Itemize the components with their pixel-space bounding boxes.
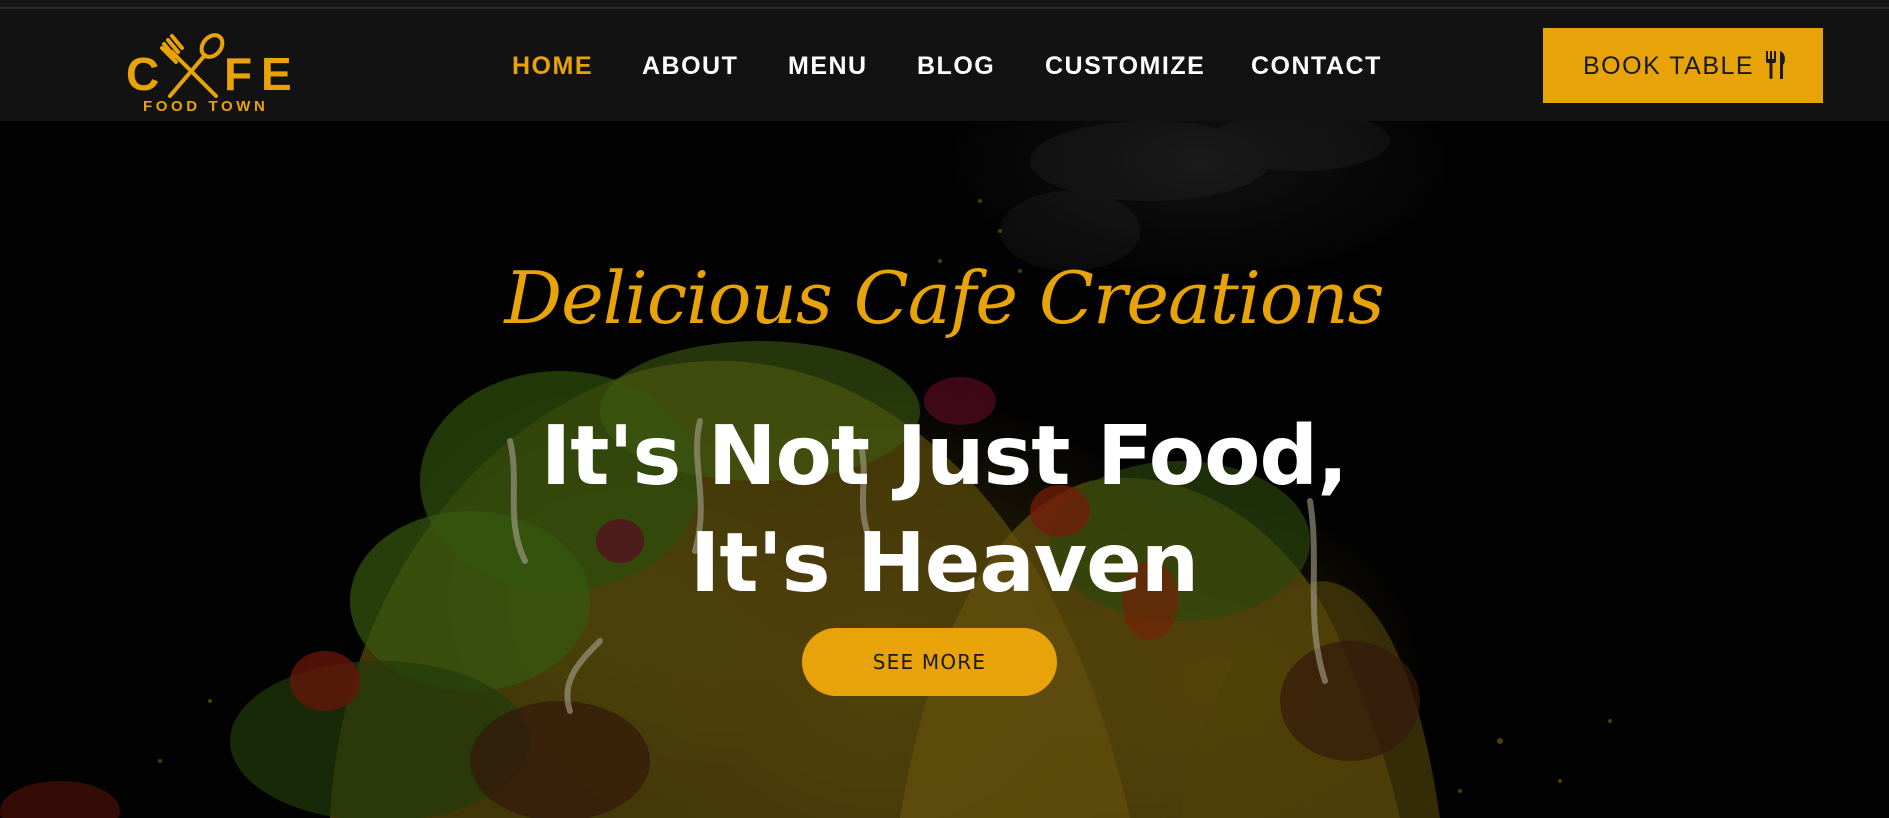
nav-blog[interactable]: BLOG <box>917 51 995 81</box>
top-border <box>0 0 1889 9</box>
nav-contact[interactable]: CONTACT <box>1251 51 1382 81</box>
utensils-icon <box>1766 51 1785 79</box>
page: C F E FOOD TOWN HOME ABOUT MENU BLOG CUS… <box>0 0 1889 818</box>
nav-menu[interactable]: MENU <box>788 51 868 81</box>
navbar: C F E FOOD TOWN HOME ABOUT MENU BLOG CUS… <box>0 9 1889 121</box>
hero-headline-line2: It's Heaven <box>689 516 1199 611</box>
nav-customize[interactable]: CUSTOMIZE <box>1045 51 1205 81</box>
nav-home[interactable]: HOME <box>512 51 593 81</box>
book-table-button[interactable]: BOOK TABLE <box>1543 28 1823 103</box>
book-table-label: BOOK TABLE <box>1583 52 1755 80</box>
nav-about[interactable]: ABOUT <box>642 51 738 81</box>
hero-script-title: Delicious Cafe Creations <box>504 256 1384 340</box>
hero-section: Delicious Cafe Creations It's Not Just F… <box>0 121 1889 818</box>
see-more-button[interactable]: SEE MORE <box>802 628 1057 696</box>
hero-headline: It's Not Just Food, It's Heaven <box>344 403 1544 617</box>
hero-headline-line1: It's Not Just Food, <box>540 409 1349 504</box>
